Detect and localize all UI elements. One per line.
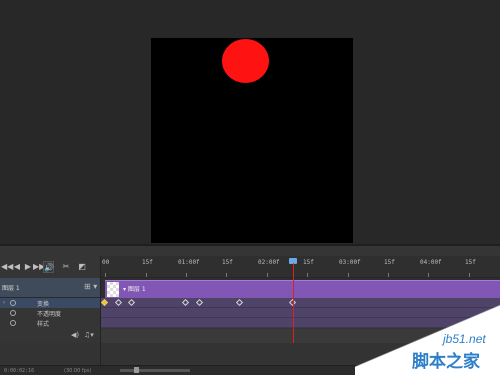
property-label: 变换 — [37, 301, 50, 308]
ruler-label: 15f — [303, 259, 314, 266]
ruler-tick — [146, 273, 147, 277]
split-at-playhead-button[interactable]: ✂ — [60, 261, 72, 273]
playhead-line — [293, 263, 294, 343]
transport-controls: ◀◀ ◀ ▶ ▶▶ 🔊 ✂ ◩ — [0, 256, 100, 278]
music-note-icon[interactable]: ♫▾ — [84, 331, 94, 339]
ruler-label: 02:00f — [258, 259, 280, 266]
expand-arrow-icon[interactable]: › — [3, 299, 5, 306]
go-to-first-frame-button[interactable]: ◀◀ — [1, 261, 13, 273]
keyframe[interactable] — [195, 298, 204, 307]
property-label: 不透明度 — [37, 311, 62, 318]
ruler-tick — [388, 273, 389, 277]
stopwatch-icon[interactable] — [10, 300, 16, 306]
document-canvas-area — [0, 0, 500, 244]
clip-thumbnail — [107, 282, 119, 297]
ruler-label: 03:00f — [339, 259, 361, 266]
ruler-label: 15f — [465, 259, 476, 266]
column-divider — [100, 256, 101, 365]
property-row-opacity[interactable]: 不透明度 — [0, 308, 100, 318]
audio-toggle-button[interactable]: 🔊 — [43, 261, 54, 273]
ruler-tick — [186, 273, 187, 277]
stopwatch-icon[interactable] — [10, 320, 16, 326]
clip-label: ▾ 图层 1 — [123, 286, 146, 293]
ruler-label: 15f — [222, 259, 233, 266]
ruler-tick — [105, 273, 106, 277]
layer-name: 图层 1 — [2, 285, 20, 292]
watermark-site: jb51.net — [443, 332, 486, 346]
keyframe[interactable] — [127, 298, 136, 307]
layer-clip[interactable]: ▾ 图层 1 — [105, 280, 500, 298]
ruler-label: 15f — [142, 259, 153, 266]
property-label: 样式 — [37, 321, 50, 328]
ruler-tick — [348, 273, 349, 277]
keyframe[interactable] — [100, 298, 109, 307]
ruler-label: 04:00f — [420, 259, 442, 266]
ruler-tick — [428, 273, 429, 277]
play-button[interactable]: ▶ — [23, 261, 33, 273]
property-row-transform[interactable]: › 变换 — [0, 298, 100, 308]
timeline-top-border — [0, 244, 500, 246]
time-ruler[interactable]: 00 15f 01:00f 15f 02:00f 15f 03:00f 15f … — [100, 256, 500, 278]
layer-header[interactable]: 图层 1 ⊞ ▾ — [0, 278, 100, 298]
timeline-zoom-slider[interactable] — [120, 367, 190, 373]
frame-rate: (30.00 fps) — [64, 368, 92, 374]
next-frame-button[interactable]: ▶▶ — [33, 261, 45, 273]
watermark-text: 脚本之家 — [412, 352, 480, 372]
ruler-tick — [469, 273, 470, 277]
ruler-label: 00 — [102, 259, 110, 266]
document-canvas[interactable] — [151, 38, 353, 243]
ruler-tick — [267, 273, 268, 277]
transition-button[interactable]: ◩ — [77, 261, 87, 273]
keyframe[interactable] — [181, 298, 190, 307]
current-timecode: 0:00:02:16 — [4, 368, 35, 374]
keyframe[interactable] — [114, 298, 123, 307]
keyframe[interactable] — [235, 298, 244, 307]
previous-frame-button[interactable]: ◀ — [13, 261, 21, 273]
ruler-label: 15f — [384, 259, 395, 266]
property-row-style[interactable]: 样式 — [0, 318, 100, 328]
speaker-icon[interactable]: ◀) — [71, 331, 79, 339]
layer-clip-track: ▾ 图层 1 — [100, 278, 500, 298]
ruler-label: 01:00f — [178, 259, 200, 266]
zoom-slider-knob[interactable] — [134, 367, 139, 373]
stopwatch-icon[interactable] — [10, 310, 16, 316]
site-watermark: jb51.net 脚本之家 — [355, 301, 500, 375]
layer-menu-button[interactable]: ⊞ ▾ — [84, 282, 97, 291]
ruler-tick — [307, 273, 308, 277]
audio-track-header: ◀) ♫▾ — [0, 329, 100, 343]
ruler-tick — [226, 273, 227, 277]
red-ball-shape[interactable] — [222, 39, 269, 83]
